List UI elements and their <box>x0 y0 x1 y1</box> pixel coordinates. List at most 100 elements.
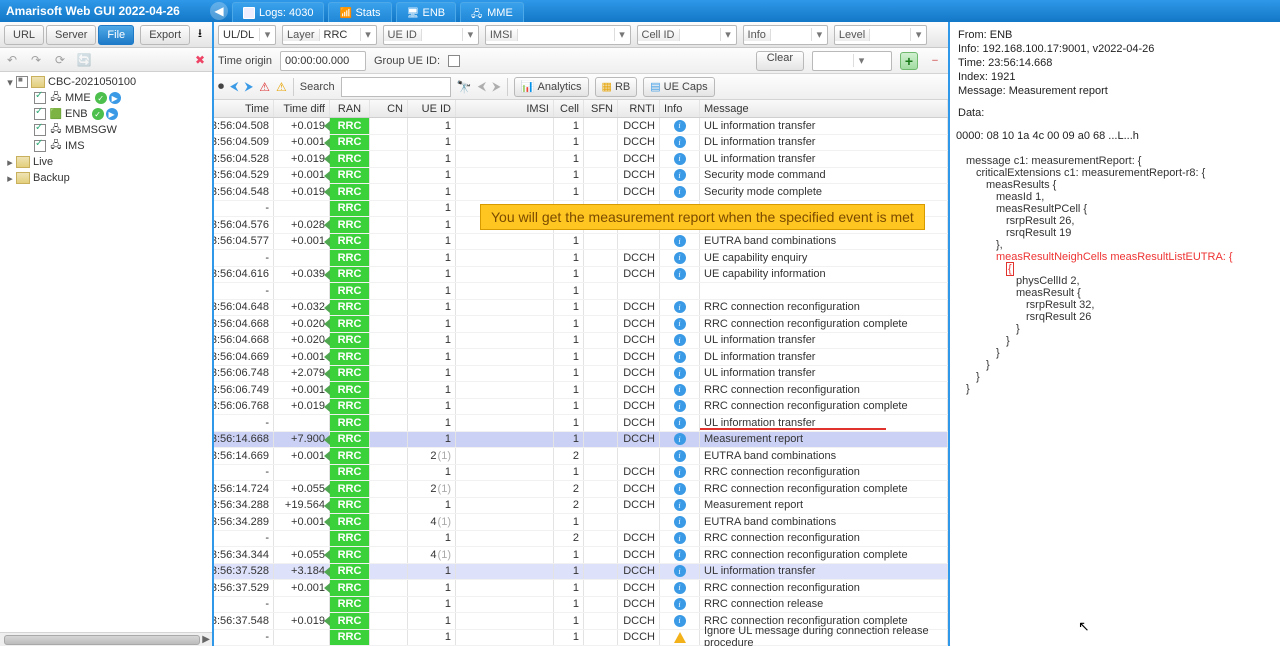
cellid-combo[interactable]: Cell ID▾ <box>637 25 737 45</box>
column-rnti[interactable]: RNTI <box>618 100 660 117</box>
layer-combo[interactable]: LayerRRC▾ <box>282 25 377 45</box>
tree-node-ims[interactable]: 🖧IMS <box>0 138 212 154</box>
decode-panel[interactable]: 0000: 08 10 1a 4c 00 09 a0 68 ...L...hme… <box>950 126 1280 646</box>
uecaps-button[interactable]: ▤UE Caps <box>643 77 714 97</box>
table-row[interactable]: 23:56:06.768+0.019RRC11DCCHiRRC connecti… <box>214 399 948 416</box>
sidebar-scrollbar[interactable]: ▶ <box>0 632 212 646</box>
chevron-down-icon[interactable]: ▾ <box>259 28 275 41</box>
checkbox[interactable] <box>34 124 46 136</box>
table-row[interactable]: 23:56:37.529+0.001RRC11DCCHiRRC connecti… <box>214 580 948 597</box>
checkbox[interactable] <box>34 92 46 104</box>
column-cell[interactable]: Cell <box>554 100 584 117</box>
time-origin-input[interactable] <box>280 51 366 71</box>
error-icon[interactable]: ⚠ <box>259 80 270 94</box>
table-row[interactable]: 23:56:37.528+3.184RRC11DCCHiUL informati… <box>214 564 948 581</box>
nav-first-icon[interactable]: ⮜ <box>230 79 239 94</box>
top-tab-logs-4030[interactable]: Logs: 4030 <box>232 2 324 22</box>
table-row[interactable]: 23:56:04.548+0.019RRC11DCCHiSecurity mod… <box>214 184 948 201</box>
table-row[interactable]: 23:56:06.748+2.079RRC11DCCHiUL informati… <box>214 366 948 383</box>
column-cn[interactable]: CN <box>370 100 408 117</box>
table-row[interactable]: 23:56:04.648+0.032RRC11DCCHiRRC connecti… <box>214 300 948 317</box>
table-row[interactable]: 23:56:04.668+0.020RRC11DCCHiRRC connecti… <box>214 316 948 333</box>
top-tab-enb[interactable]: ENB <box>396 2 457 22</box>
tree-node-mbmsgw[interactable]: 🖧MBMSGW <box>0 122 212 138</box>
table-row[interactable]: 23:56:34.289+0.001RRC4(1)1iEUTRA band co… <box>214 514 948 531</box>
twisty-icon[interactable]: ▸ <box>4 172 16 185</box>
nav-back-icon[interactable]: ↶ <box>4 52 20 68</box>
checkbox[interactable] <box>34 108 46 120</box>
nav-fwd-icon[interactable]: ↷ <box>28 52 44 68</box>
top-tab-mme[interactable]: MME <box>460 2 524 22</box>
group-ue-checkbox[interactable] <box>448 55 460 67</box>
close-icon[interactable]: ✖ <box>192 52 208 68</box>
table-row[interactable]: -RRC11DCCHiRRC connection release <box>214 597 948 614</box>
log-grid[interactable]: 23:56:04.508+0.019RRC11DCCHiUL informati… <box>214 118 948 646</box>
nav-last-icon[interactable]: ⮞ <box>245 79 254 94</box>
rb-button[interactable]: ▦RB <box>595 77 638 97</box>
table-row[interactable]: 23:56:14.669+0.001RRC2(1)2iEUTRA band co… <box>214 448 948 465</box>
download-icon[interactable]: ⭳ <box>192 27 208 43</box>
server-button[interactable]: Server <box>46 25 96 45</box>
table-row[interactable]: 23:56:14.668+7.900RRC11DCCHiMeasurement … <box>214 432 948 449</box>
collapse-sidebar-icon[interactable]: ◀ <box>210 2 228 20</box>
column-ran[interactable]: RAN <box>330 100 370 117</box>
checkbox[interactable] <box>34 140 46 152</box>
reload-icon[interactable]: 🔄 <box>76 52 92 68</box>
analytics-button[interactable]: 📊Analytics <box>514 77 589 97</box>
remove-filter-icon[interactable]: − <box>926 52 944 70</box>
twisty-icon[interactable]: ▸ <box>4 156 16 169</box>
column-message[interactable]: Message <box>700 100 948 117</box>
scroll-lock-icon[interactable]: ⏺ <box>218 79 224 94</box>
column-sfn[interactable]: SFN <box>584 100 618 117</box>
top-tab-stats[interactable]: Stats <box>328 2 391 22</box>
info-combo[interactable]: Info▾ <box>743 25 828 45</box>
table-row[interactable]: 23:56:04.616+0.039RRC11DCCHiUE capabilit… <box>214 267 948 284</box>
level-combo[interactable]: Level▾ <box>834 25 927 45</box>
binoculars-icon[interactable]: 🔭 <box>457 80 472 94</box>
search-input[interactable] <box>341 77 451 97</box>
table-row[interactable]: -RRC11DCCHIgnore UL message during conne… <box>214 630 948 646</box>
table-row[interactable]: 23:56:04.577+0.001RRC11iEUTRA band combi… <box>214 234 948 251</box>
table-row[interactable]: -RRC11 <box>214 283 948 300</box>
url-button[interactable]: URL <box>4 25 44 45</box>
tree-node-mme[interactable]: 🖧MME✓▶ <box>0 90 212 106</box>
column-time-diff[interactable]: Time diff <box>274 100 330 117</box>
imsi-combo[interactable]: IMSI▾ <box>485 25 631 45</box>
table-row[interactable]: -RRC11DCCHiUE capability enquiry <box>214 250 948 267</box>
search-prev-icon[interactable]: ⮜ <box>478 79 487 94</box>
table-row[interactable]: 23:56:34.288+19.564RRC12DCCHiMeasurement… <box>214 498 948 515</box>
clear-combo[interactable]: ▾ <box>812 51 892 71</box>
refresh-icon[interactable]: ⟳ <box>52 52 68 68</box>
table-row[interactable]: 23:56:04.669+0.001RRC11DCCHiDL informati… <box>214 349 948 366</box>
table-row[interactable]: 23:56:04.529+0.001RRC11DCCHiSecurity mod… <box>214 168 948 185</box>
table-row[interactable]: 23:56:04.668+0.020RRC11DCCHiUL informati… <box>214 333 948 350</box>
warn-icon[interactable]: ⚠ <box>276 80 287 94</box>
column-info[interactable]: Info <box>660 100 700 117</box>
ueid-combo[interactable]: UE ID▾ <box>383 25 479 45</box>
table-row[interactable]: -RRC12DCCHiRRC connection reconfiguratio… <box>214 531 948 548</box>
column-imsi[interactable]: IMSI <box>456 100 554 117</box>
column-ue-id[interactable]: UE ID <box>408 100 456 117</box>
search-next-icon[interactable]: ⮞ <box>492 79 501 94</box>
column-time[interactable]: Time <box>214 100 274 117</box>
clear-button[interactable]: Clear <box>756 51 804 71</box>
tree-node-cbc-2021050100[interactable]: ▾CBC-2021050100 <box>0 74 212 90</box>
add-filter-icon[interactable]: + <box>900 52 918 70</box>
tree-node-live[interactable]: ▸Live <box>0 154 212 170</box>
table-row[interactable]: 23:56:04.509+0.001RRC11DCCHiDL informati… <box>214 135 948 152</box>
table-row[interactable]: 23:56:34.344+0.055RRC4(1)1DCCHiRRC conne… <box>214 547 948 564</box>
tree-node-backup[interactable]: ▸Backup <box>0 170 212 186</box>
table-row[interactable]: 23:56:06.749+0.001RRC11DCCHiRRC connecti… <box>214 382 948 399</box>
decode-line: message c1: measurementReport: { <box>956 155 1274 167</box>
from-label: From: <box>958 29 990 41</box>
table-row[interactable]: -RRC11DCCHiRRC connection reconfiguratio… <box>214 465 948 482</box>
twisty-icon[interactable]: ▾ <box>4 76 16 89</box>
table-row[interactable]: 23:56:04.528+0.019RRC11DCCHiUL informati… <box>214 151 948 168</box>
table-row[interactable]: 23:56:14.724+0.055RRC2(1)2DCCHiRRC conne… <box>214 481 948 498</box>
tree-node-enb[interactable]: 🟩ENB✓▶ <box>0 106 212 122</box>
file-button[interactable]: File <box>98 25 134 45</box>
export-button[interactable]: Export <box>140 25 190 45</box>
uldl-combo[interactable]: UL/DL▾ <box>218 25 276 45</box>
checkbox[interactable] <box>16 76 28 88</box>
table-row[interactable]: 23:56:04.508+0.019RRC11DCCHiUL informati… <box>214 118 948 135</box>
